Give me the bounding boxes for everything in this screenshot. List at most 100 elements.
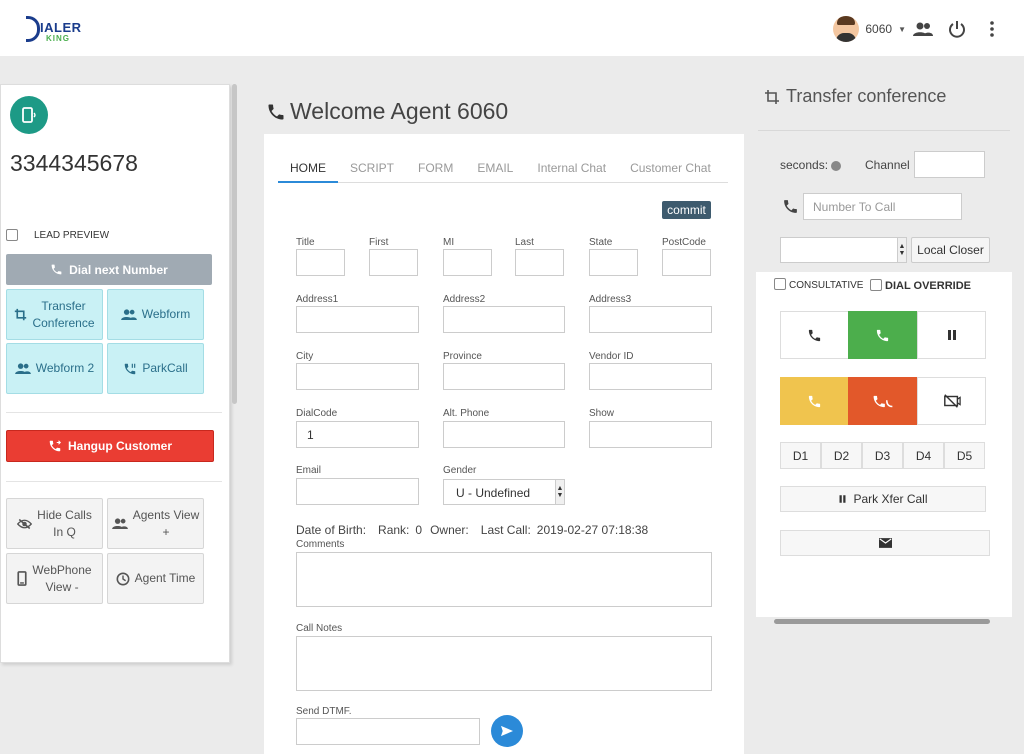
lead-preview-toggle[interactable]: LEAD PREVIEW xyxy=(6,229,109,241)
tab-customer-chat[interactable]: Customer Chat xyxy=(618,156,723,183)
tab-form[interactable]: FORM xyxy=(406,156,465,183)
address2-field[interactable] xyxy=(443,306,565,333)
alt-phone-field[interactable] xyxy=(443,421,565,448)
dialcode-field[interactable]: 1 xyxy=(296,421,419,448)
phone-icon xyxy=(784,200,797,213)
d1-button[interactable]: D1 xyxy=(780,442,821,469)
right-scrollbar[interactable] xyxy=(774,619,990,624)
address2-label: Address2 xyxy=(443,294,486,305)
commit-button[interactable]: commit xyxy=(662,201,711,219)
address3-field[interactable] xyxy=(589,306,712,333)
show-field[interactable] xyxy=(589,421,712,448)
call-notes-textarea[interactable] xyxy=(296,636,712,691)
park-xfer-call-button[interactable]: Park Xfer Call xyxy=(780,486,986,512)
consultative-checkbox[interactable] xyxy=(774,278,786,290)
pause-button[interactable] xyxy=(917,311,986,359)
d2-button[interactable]: D2 xyxy=(821,442,862,469)
webform-button[interactable]: Webform xyxy=(107,289,204,340)
left-panel: 3344345678 LEAD PREVIEW Dial next Number… xyxy=(0,84,230,663)
title-field[interactable] xyxy=(296,249,345,276)
user-menu[interactable]: 6060 ▼ xyxy=(833,16,906,42)
address3-label: Address3 xyxy=(589,294,632,305)
webform-label: Webform xyxy=(141,307,191,321)
avatar xyxy=(833,16,860,42)
agents-view-button[interactable]: Agents View + xyxy=(107,498,204,549)
d4-button[interactable]: D4 xyxy=(903,442,944,469)
email-button[interactable] xyxy=(780,530,990,556)
seconds-label: seconds: xyxy=(780,158,829,172)
divider xyxy=(6,481,222,482)
dial-transfer-button[interactable] xyxy=(848,311,917,359)
park-call-button[interactable]: ParkCall xyxy=(107,343,204,394)
channel-field[interactable] xyxy=(914,151,985,178)
gender-label: Gender xyxy=(443,465,477,476)
postcode-field[interactable] xyxy=(662,249,711,276)
users-icon xyxy=(120,309,137,320)
call-button[interactable] xyxy=(780,311,849,359)
consultative-option[interactable]: CONSULTATIVE xyxy=(774,277,863,291)
dial-next-button[interactable]: Dial next Number xyxy=(6,254,212,285)
email-field[interactable] xyxy=(296,478,419,505)
left-scrollbar[interactable] xyxy=(232,84,237,404)
more-vert-icon[interactable] xyxy=(981,18,1003,40)
pause-icon xyxy=(947,330,956,340)
address1-field[interactable] xyxy=(296,306,419,333)
lead-info-line: Date of Birth: Rank: 0 Owner: Last Call:… xyxy=(296,523,648,537)
tab-bar: HOME SCRIPT FORM EMAIL Internal Chat Cus… xyxy=(278,156,728,183)
closer-select[interactable]: ▲ ▼ xyxy=(780,237,907,263)
d5-button[interactable]: D5 xyxy=(944,442,985,469)
last-name-field[interactable] xyxy=(515,249,564,276)
state-field[interactable] xyxy=(589,249,638,276)
eye-off-icon xyxy=(17,518,33,529)
dial-override-option[interactable]: DIAL OVERRIDE xyxy=(870,277,971,292)
no-video-button[interactable] xyxy=(917,377,986,425)
tab-internal-chat[interactable]: Internal Chat xyxy=(525,156,618,183)
tab-email[interactable]: EMAIL xyxy=(465,156,525,183)
phone-icon xyxy=(51,264,62,275)
comments-textarea[interactable] xyxy=(296,552,712,607)
first-name-field[interactable] xyxy=(369,249,418,276)
webphone-line2: View - xyxy=(45,579,79,594)
welcome-text: Welcome Agent 6060 xyxy=(290,98,509,124)
hold-call-button[interactable] xyxy=(780,377,849,425)
agents-view-line2: + xyxy=(162,524,170,539)
webform-2-button[interactable]: Webform 2 xyxy=(6,343,103,394)
send-dtmf-button[interactable] xyxy=(491,715,523,747)
select-arrow-icon: ▲ ▼ xyxy=(555,480,564,504)
title-label: Title xyxy=(296,237,315,248)
mi-field[interactable] xyxy=(443,249,492,276)
last-call-value: 2019-02-27 07:18:38 xyxy=(536,523,649,537)
hangup-customer-button[interactable]: Hangup Customer xyxy=(6,430,214,462)
webphone-view-button[interactable]: WebPhone View - xyxy=(6,553,103,604)
hide-calls-button[interactable]: Hide Calls In Q xyxy=(6,498,103,549)
users-icon[interactable] xyxy=(912,18,934,40)
power-icon[interactable] xyxy=(946,18,968,40)
dial-override-checkbox[interactable] xyxy=(870,278,882,291)
province-field[interactable] xyxy=(443,363,565,390)
show-label: Show xyxy=(589,408,615,419)
hangup-xfer-button[interactable] xyxy=(848,377,917,425)
number-to-call-input[interactable]: Number To Call xyxy=(803,193,962,220)
d3-button[interactable]: D3 xyxy=(862,442,903,469)
tab-home[interactable]: HOME xyxy=(278,156,338,183)
consultative-label: CONSULTATIVE xyxy=(789,280,864,291)
gender-select[interactable]: U - Undefined ▲ ▼ xyxy=(443,479,565,505)
agent-time-label: Agent Time xyxy=(134,571,196,585)
agent-time-button[interactable]: Agent Time xyxy=(107,553,204,604)
gender-select-value: U - Undefined xyxy=(456,486,531,500)
transfer-label-line1: Transfer xyxy=(41,298,86,313)
transfer-label-line2: Conference xyxy=(32,315,95,330)
webphone-line1: WebPhone xyxy=(32,562,92,577)
tab-script[interactable]: SCRIPT xyxy=(338,156,406,183)
city-field[interactable] xyxy=(296,363,419,390)
state-label: State xyxy=(589,237,613,248)
phone-icon xyxy=(808,329,821,341)
transfer-conference-button[interactable]: Transfer Conference xyxy=(6,289,103,340)
lead-preview-checkbox[interactable] xyxy=(6,229,18,241)
dialer-king-logo[interactable]: IALER KING xyxy=(26,14,96,48)
screen-off-icon xyxy=(943,394,961,408)
local-closer-button[interactable]: Local Closer xyxy=(911,237,990,263)
vendor-id-field[interactable] xyxy=(589,363,712,390)
send-dtmf-field[interactable] xyxy=(296,718,480,745)
crop-icon xyxy=(15,308,27,321)
